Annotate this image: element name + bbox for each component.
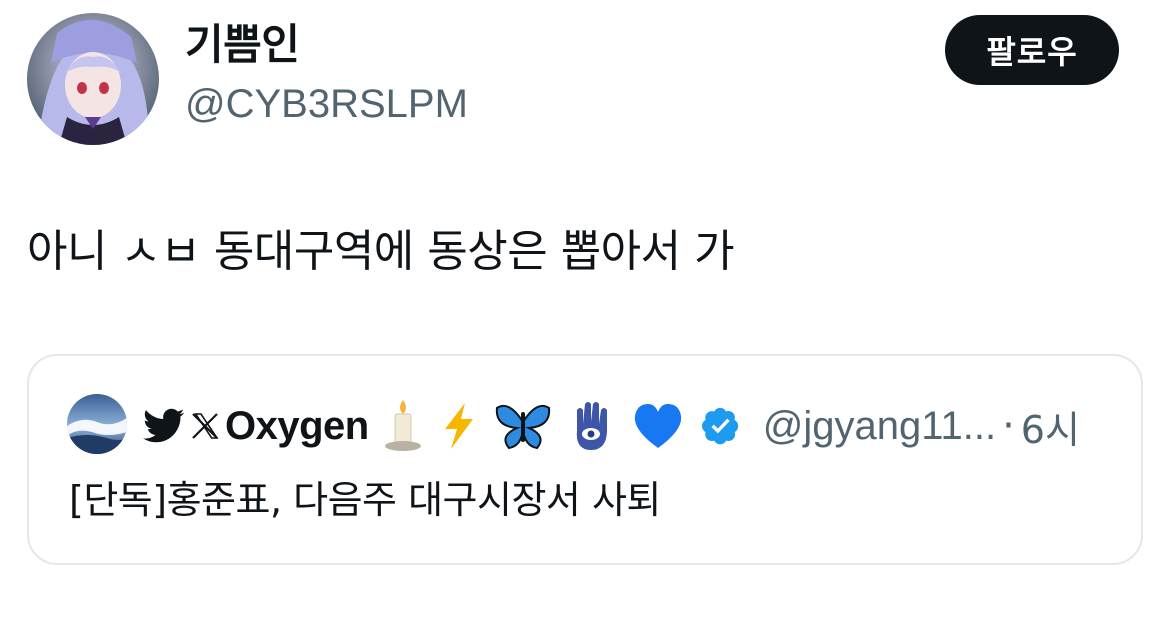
blue-heart-icon — [631, 402, 685, 450]
quote-author-handle[interactable]: @jgyang11... — [763, 404, 996, 449]
quote-header: Oxygen @jgyang11... · 6시 — [143, 394, 1080, 458]
meta-separator: · — [1002, 403, 1015, 449]
author-display-name[interactable]: 기쁨인 — [185, 20, 300, 70]
tweet-text: 아니 ㅅㅂ 동대구역에 동상은 뽑아서 가 — [27, 226, 735, 277]
butterfly-icon — [495, 402, 551, 450]
quote-author-name[interactable]: Oxygen — [225, 404, 369, 449]
lightning-icon — [439, 401, 479, 451]
candle-icon — [383, 398, 423, 454]
bird-icon — [143, 408, 185, 444]
follow-button[interactable]: 팔로우 — [945, 15, 1119, 85]
quote-text: [단독]홍준표, 다음주 대구시장서 사퇴 — [69, 478, 661, 522]
quoted-tweet[interactable]: Oxygen @jgyang11... · 6시 [단독]홍준표, 다음주 대구… — [27, 354, 1143, 565]
author-avatar[interactable] — [27, 13, 159, 145]
quote-timestamp[interactable]: 6시 — [1021, 399, 1080, 454]
quote-avatar[interactable] — [67, 394, 127, 454]
hamsa-icon — [567, 400, 615, 452]
tweet: 기쁨인 @CYB3RSLPM 팔로우 아니 ㅅㅂ 동대구역에 동상은 뽑아서 가 — [0, 0, 1170, 617]
verified-badge-icon — [701, 406, 741, 446]
author-handle[interactable]: @CYB3RSLPM — [185, 80, 468, 128]
x-logo-icon — [189, 410, 221, 442]
